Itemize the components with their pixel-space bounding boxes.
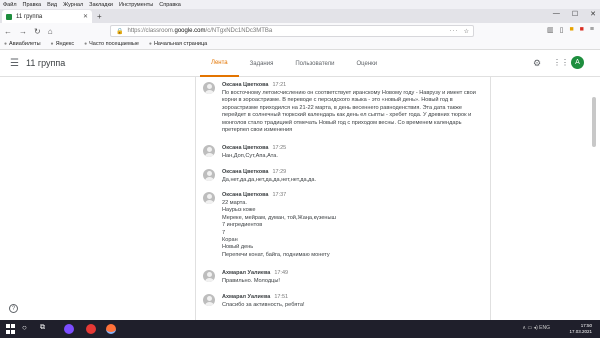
card-border-right bbox=[490, 77, 491, 320]
tab-stream[interactable]: Лента bbox=[200, 50, 239, 77]
url-domain: google.com bbox=[174, 28, 206, 34]
url-prefix: https://classroom. bbox=[127, 28, 175, 34]
comment-time: 17:25 bbox=[272, 145, 287, 151]
comment-text: Да,нет,да,да,нет,да,да,нет,нет,да,да. bbox=[222, 177, 317, 183]
tab-people[interactable]: Пользователи bbox=[284, 50, 345, 77]
stream-content: Оксана Цветкова 17:21 По восточному летои… bbox=[0, 77, 600, 320]
bookmark-item[interactable]: Начальная страница bbox=[149, 41, 207, 47]
yandex-browser-icon[interactable] bbox=[86, 324, 96, 334]
tray-icons[interactable]: ∧ ▭ ◂) ENG bbox=[522, 325, 550, 331]
menu-tools[interactable]: Инструменты bbox=[119, 2, 153, 8]
comment-time: 17:37 bbox=[272, 192, 287, 198]
bookmark-item[interactable]: Авиабилеты bbox=[4, 41, 41, 47]
maximize-icon[interactable]: ☐ bbox=[572, 10, 578, 18]
comment-time: 17:21 bbox=[272, 82, 287, 88]
forward-icon[interactable]: → bbox=[19, 27, 27, 36]
comment-author: Оксана Цветкова bbox=[222, 192, 269, 198]
class-tabs: Лента Задания Пользователи Оценки bbox=[200, 50, 388, 77]
comment-item: Ахмарал Уалиева 17:51 Спасибо за активнос… bbox=[203, 294, 483, 309]
search-icon[interactable]: ○ bbox=[22, 323, 32, 333]
clock-date: 17.03.2021 bbox=[569, 329, 592, 334]
classroom-favicon-icon bbox=[6, 13, 12, 20]
menu-edit[interactable]: Правка bbox=[23, 2, 42, 8]
comment-item: Ахмарал Уалиева 17:49 Правильно. Молодцы! bbox=[203, 270, 483, 285]
extension-icon[interactable]: ■ bbox=[569, 26, 573, 34]
windows-start-icon[interactable] bbox=[6, 324, 16, 334]
sidebar-icon[interactable]: ▯ bbox=[560, 26, 564, 34]
user-avatar-icon bbox=[203, 145, 215, 157]
scrollbar-thumb[interactable] bbox=[592, 97, 596, 147]
comment-time: 17:29 bbox=[272, 169, 287, 175]
user-avatar-icon bbox=[203, 270, 215, 282]
comment-text: По восточному летоисчислению он соответс… bbox=[222, 90, 476, 134]
bookmark-item[interactable]: Часто посещаемые bbox=[84, 41, 139, 47]
comment-text: Нан,Доп,Сут,Апа,Ата. bbox=[222, 153, 278, 159]
class-title[interactable]: 11 группа bbox=[26, 58, 65, 68]
bookmark-item[interactable]: Яндекс bbox=[51, 41, 75, 47]
url-path: /c/NTgxNDc1NDc3MTBa bbox=[205, 28, 273, 34]
comment-author: Оксана Цветкова bbox=[222, 82, 269, 88]
clock[interactable]: 17:50 17.03.2021 bbox=[569, 323, 592, 335]
user-avatar-icon bbox=[203, 82, 215, 94]
browser-tabbar: 11 группа ✕ + bbox=[0, 9, 600, 23]
home-icon[interactable]: ⌂ bbox=[48, 27, 53, 36]
user-avatar-icon bbox=[203, 294, 215, 306]
comment-author: Ахмарал Уалиева bbox=[222, 270, 271, 276]
comment-text: Правильно. Молодцы! bbox=[222, 278, 280, 284]
keyboard-language[interactable]: ENG bbox=[539, 325, 550, 331]
help-icon[interactable]: ? bbox=[9, 304, 18, 313]
user-avatar-icon bbox=[203, 169, 215, 181]
reload-icon[interactable]: ↻ bbox=[34, 27, 41, 36]
account-avatar[interactable]: А bbox=[571, 56, 584, 69]
task-view-icon[interactable]: ⧉ bbox=[40, 324, 50, 334]
browser-menubar: Файл Правка Вид Журнал Закладки Инструме… bbox=[0, 0, 600, 9]
library-icon[interactable]: ▥ bbox=[547, 26, 554, 34]
bookmarks-bar: Авиабилеты Яндекс Часто посещаемые Начал… bbox=[0, 39, 600, 50]
browser-tab-title: 11 группа bbox=[16, 13, 43, 20]
page-actions-icon[interactable]: ··· bbox=[450, 28, 459, 34]
extension-red-icon[interactable]: ■ bbox=[580, 26, 584, 34]
tab-grades[interactable]: Оценки bbox=[346, 50, 389, 77]
comment-text: Спасибо за активность, ребята! bbox=[222, 302, 305, 308]
menu-help[interactable]: Справка bbox=[159, 2, 181, 8]
window-controls: — ☐ ✕ bbox=[553, 10, 596, 18]
new-tab-icon[interactable]: + bbox=[97, 12, 102, 21]
firefox-icon[interactable] bbox=[106, 324, 116, 334]
minimize-icon[interactable]: — bbox=[553, 10, 560, 18]
menu-history[interactable]: Журнал bbox=[63, 2, 83, 8]
menu-bookmarks[interactable]: Закладки bbox=[89, 2, 113, 8]
comment-item: Оксана Цветкова 17:37 22 марта. Наурыз ко… bbox=[203, 192, 483, 259]
menu-file[interactable]: Файл bbox=[3, 2, 17, 8]
comment-time: 17:51 bbox=[274, 294, 289, 300]
gear-icon[interactable]: ⚙ bbox=[533, 58, 541, 69]
browser-menu-icon[interactable]: ≡ bbox=[590, 26, 594, 34]
comment-item: Оксана Цветкова 17:29 Да,нет,да,да,нет,да… bbox=[203, 169, 483, 184]
browser-tab[interactable]: 11 группа ✕ bbox=[2, 10, 92, 23]
back-icon[interactable]: ← bbox=[4, 27, 12, 36]
card-border-left bbox=[195, 77, 196, 320]
comment-item: Оксана Цветкова 17:25 Нан,Доп,Сут,Апа,Ата… bbox=[203, 145, 483, 160]
window-close-icon[interactable]: ✕ bbox=[590, 10, 596, 18]
tab-classwork[interactable]: Задания bbox=[239, 50, 285, 77]
comment-author: Оксана Цветкова bbox=[222, 169, 269, 175]
bookmark-star-icon[interactable]: ☆ bbox=[464, 28, 469, 35]
browser-toolbar-icons: ▥ ▯ ■ ■ ≡ bbox=[547, 26, 594, 34]
comment-author: Ахмарал Уалиева bbox=[222, 294, 271, 300]
windows-taskbar: ○ ⧉ ∧ ▭ ◂) ENG 17:50 17.03.2021 bbox=[0, 320, 600, 338]
close-tab-icon[interactable]: ✕ bbox=[83, 13, 88, 20]
address-bar[interactable]: 🔒 https://classroom. google.com/c/NTgxNDc… bbox=[110, 25, 474, 37]
comment-text: 22 марта. Наурыз коже Мереке, мейрам, ду… bbox=[222, 200, 337, 258]
user-avatar-icon bbox=[203, 192, 215, 204]
comment-author: Оксана Цветкова bbox=[222, 145, 269, 151]
classroom-header: ☰ 11 группа Лента Задания Пользователи О… bbox=[0, 50, 600, 77]
comment-time: 17:49 bbox=[274, 270, 289, 276]
main-menu-icon[interactable]: ☰ bbox=[10, 58, 19, 69]
menu-view[interactable]: Вид bbox=[47, 2, 57, 8]
comment-item: Оксана Цветкова 17:21 По восточному летои… bbox=[203, 82, 483, 134]
lock-icon: 🔒 bbox=[116, 28, 124, 35]
alice-icon[interactable] bbox=[64, 324, 74, 334]
